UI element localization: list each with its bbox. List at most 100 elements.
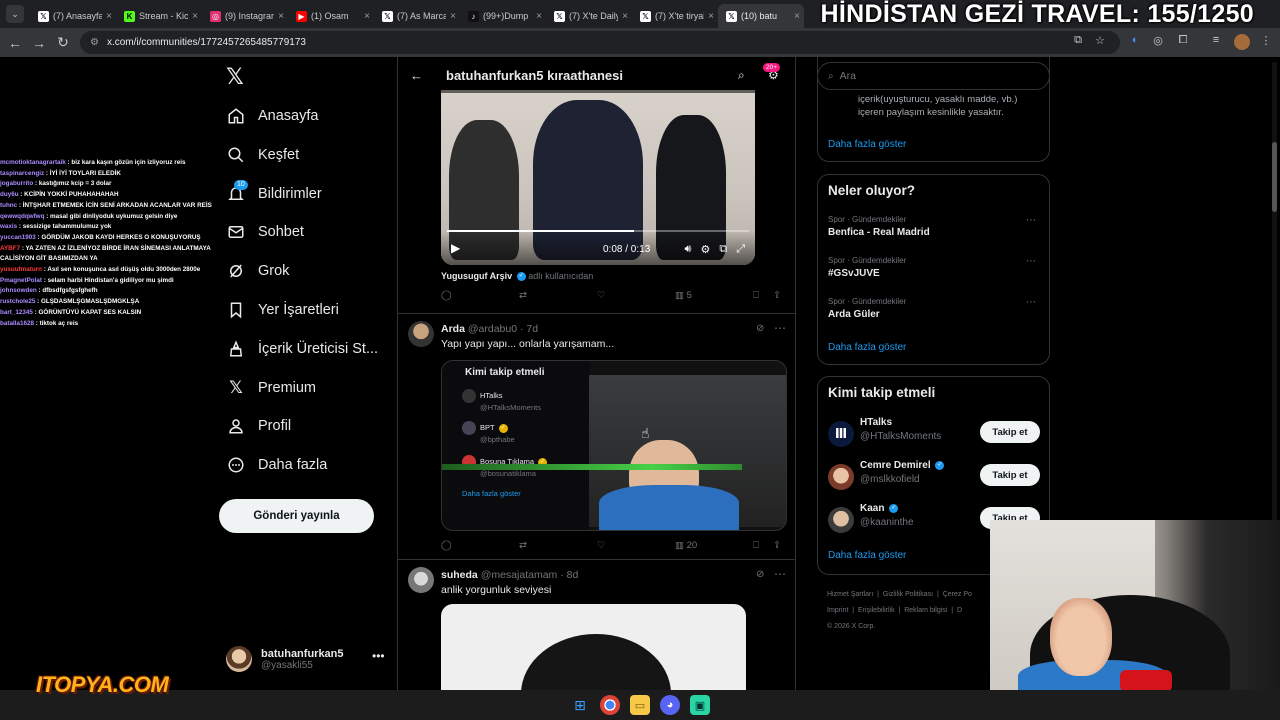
app-icon[interactable]: ▣ bbox=[690, 695, 710, 715]
bookmark-star-icon[interactable]: ☆ bbox=[1092, 34, 1108, 50]
forward-icon[interactable]: → bbox=[27, 31, 51, 55]
follow-show-more[interactable]: Daha fazla göster bbox=[828, 550, 906, 561]
post[interactable]: suheda @mesajatamam · 8d ⊘ ⋯ anlik yorgu… bbox=[398, 567, 795, 690]
footer-link[interactable]: Gizlilik Politikası bbox=[883, 591, 933, 598]
more-dots-icon[interactable]: ⋯ bbox=[1026, 215, 1036, 226]
browser-tab[interactable]: K Stream - Kick × bbox=[116, 4, 202, 28]
post-media[interactable]: Kimi takip etmeli HTalks @HTalksMoments B… bbox=[441, 360, 787, 531]
close-tab-icon[interactable]: × bbox=[794, 11, 800, 22]
footer-link[interactable]: Erişilebilirlik bbox=[858, 607, 895, 614]
reload-icon[interactable]: ↻ bbox=[51, 31, 75, 55]
file-explorer-icon[interactable]: ▭ bbox=[630, 695, 650, 715]
browser-tab[interactable]: ◎ (9) Instagram × bbox=[202, 4, 288, 28]
sidebar-item-grok[interactable]: Grok bbox=[226, 256, 289, 286]
more-dots-icon[interactable]: ⋯ bbox=[1026, 256, 1036, 267]
follow-button[interactable]: Takip et bbox=[980, 421, 1040, 443]
install-app-icon[interactable]: ⧉ bbox=[1070, 34, 1086, 50]
extension-icon[interactable]: ◎ bbox=[1150, 34, 1166, 50]
post-image[interactable] bbox=[441, 604, 746, 690]
sidebar-item-creator-studio[interactable]: İçerik Üreticisi St... bbox=[226, 334, 378, 364]
share-icon[interactable]: ⇪ bbox=[773, 540, 781, 551]
more-dots-icon[interactable]: ••• bbox=[372, 649, 385, 663]
footer-link[interactable]: Çerez Po bbox=[943, 591, 972, 598]
scrollbar-thumb[interactable] bbox=[1272, 142, 1277, 212]
like-icon[interactable]: ♡ bbox=[597, 540, 606, 551]
close-tab-icon[interactable]: × bbox=[192, 11, 198, 22]
notification-badge: 20+ bbox=[763, 63, 781, 72]
close-tab-icon[interactable]: × bbox=[622, 11, 628, 22]
browser-tab[interactable]: ♪ (99+)Dump × bbox=[460, 4, 546, 28]
sidebar-item-profile[interactable]: Profil bbox=[226, 411, 291, 441]
close-tab-icon[interactable]: × bbox=[364, 11, 370, 22]
close-tab-icon[interactable]: × bbox=[708, 11, 714, 22]
search-icon[interactable]: ⌕ bbox=[738, 68, 745, 83]
pip-icon[interactable]: ⧉ bbox=[719, 243, 727, 256]
site-info-icon[interactable]: ⚙ bbox=[90, 37, 99, 48]
follow-suggestion[interactable]: Cemre Demirel ✓ @mslkkofield Takip et bbox=[828, 460, 1041, 494]
footer-link[interactable]: Reklam bilgisi bbox=[904, 607, 947, 614]
footer-link[interactable]: Imprint bbox=[827, 607, 848, 614]
post[interactable]: Arda @ardabu0 · 7d ⊘ ⋯ Yapı yapı yapı...… bbox=[398, 321, 795, 563]
more-dots-icon[interactable]: ⋯ bbox=[774, 321, 786, 335]
video-player[interactable]: ▶ 0:08 / 0:13 🔊︎ ⚙ ⧉ ⤢ bbox=[441, 90, 755, 265]
repost-icon[interactable]: ⇄ bbox=[519, 290, 527, 301]
chrome-icon[interactable] bbox=[600, 695, 620, 715]
reply-icon[interactable]: ◯ bbox=[441, 290, 452, 301]
video-progress[interactable] bbox=[447, 230, 749, 232]
post-button[interactable]: Gönderi yayınla bbox=[219, 499, 374, 533]
tab-media-icon[interactable]: ≡ bbox=[1208, 34, 1224, 50]
fullscreen-icon[interactable]: ⤢ bbox=[736, 243, 745, 256]
windows-start-icon[interactable]: ⊞ bbox=[570, 695, 590, 715]
bookmark-icon[interactable]: ⎕ bbox=[753, 540, 759, 551]
close-tab-icon[interactable]: × bbox=[278, 11, 284, 22]
browser-tab[interactable]: 𝕏 (7) X'te tiryak × bbox=[632, 4, 718, 28]
grok-icon[interactable]: ⊘ bbox=[756, 323, 764, 334]
volume-icon[interactable]: 🔊︎ bbox=[685, 243, 692, 256]
sidebar-item-home[interactable]: Anasayfa bbox=[226, 101, 318, 131]
browser-tab[interactable]: ▶ (1) Osam × bbox=[288, 4, 374, 28]
browser-tab-active[interactable]: 𝕏 (10) batu × bbox=[718, 4, 804, 28]
x-logo-icon[interactable]: 𝕏 bbox=[226, 66, 248, 88]
media-panel bbox=[442, 361, 590, 530]
back-arrow-icon[interactable]: ← bbox=[410, 68, 426, 83]
browser-tab[interactable]: 𝕏 (7) Anasayfa × bbox=[30, 4, 116, 28]
share-icon[interactable]: ⇪ bbox=[773, 290, 781, 301]
menu-dots-icon[interactable]: ⋮ bbox=[1258, 34, 1274, 50]
grok-icon[interactable]: ⊘ bbox=[756, 569, 764, 580]
views-icon[interactable]: ▥ 5 bbox=[675, 290, 692, 301]
repost-icon[interactable]: ⇄ bbox=[519, 540, 527, 551]
trends-show-more[interactable]: Daha fazla göster bbox=[828, 342, 906, 353]
play-icon[interactable]: ▶ bbox=[451, 241, 460, 255]
sidebar-item-more[interactable]: Daha fazla bbox=[226, 450, 327, 480]
tab-search-icon[interactable]: ⌄ bbox=[6, 5, 24, 23]
account-switcher[interactable]: batuhanfurkan5 @yasakli55 ••• bbox=[226, 643, 390, 675]
back-icon[interactable]: ← bbox=[3, 31, 27, 55]
rules-show-more[interactable]: Daha fazla göster bbox=[828, 139, 906, 150]
more-dots-icon[interactable]: ⋯ bbox=[1026, 297, 1036, 308]
sidebar-item-chat[interactable]: Sohbet bbox=[226, 217, 304, 247]
close-tab-icon[interactable]: × bbox=[536, 11, 542, 22]
reply-icon[interactable]: ◯ bbox=[441, 540, 452, 551]
bookmark-icon[interactable]: ⎕ bbox=[753, 290, 759, 301]
follow-button[interactable]: Takip et bbox=[980, 464, 1040, 486]
like-icon[interactable]: ♡ bbox=[597, 290, 606, 301]
views-icon[interactable]: ▥ 20 bbox=[675, 540, 697, 551]
follow-suggestion[interactable]: Ⅲ HTalks @HTalksMoments Takip et bbox=[828, 417, 1041, 451]
extensions-puzzle-icon[interactable]: ⧠ bbox=[1175, 34, 1191, 50]
address-bar[interactable]: ⚙ x.com/i/communities/177245726548577917… bbox=[80, 31, 1120, 54]
browser-tab[interactable]: 𝕏 (7) As Marca × bbox=[374, 4, 460, 28]
sidebar-item-bookmarks[interactable]: Yer İşaretleri bbox=[226, 295, 339, 325]
close-tab-icon[interactable]: × bbox=[106, 11, 112, 22]
browser-tab[interactable]: 𝕏 (7) X'te Daily × bbox=[546, 4, 632, 28]
sidebar-item-notifications[interactable]: 10 Bildirimler bbox=[226, 179, 322, 209]
settings-icon[interactable]: ⚙ bbox=[700, 243, 710, 256]
profile-avatar-icon[interactable] bbox=[1234, 34, 1250, 50]
footer-link[interactable]: Hizmet Şartları bbox=[827, 591, 873, 598]
footer-link[interactable]: D bbox=[957, 607, 962, 614]
more-dots-icon[interactable]: ⋯ bbox=[774, 567, 786, 581]
discord-icon[interactable]: ◕ bbox=[660, 695, 680, 715]
sidebar-item-premium[interactable]: 𝕏 Premium bbox=[226, 373, 316, 403]
extension-icon[interactable]: ◖ bbox=[1126, 34, 1142, 50]
close-tab-icon[interactable]: × bbox=[450, 11, 456, 22]
sidebar-item-explore[interactable]: Keşfet bbox=[226, 140, 299, 170]
